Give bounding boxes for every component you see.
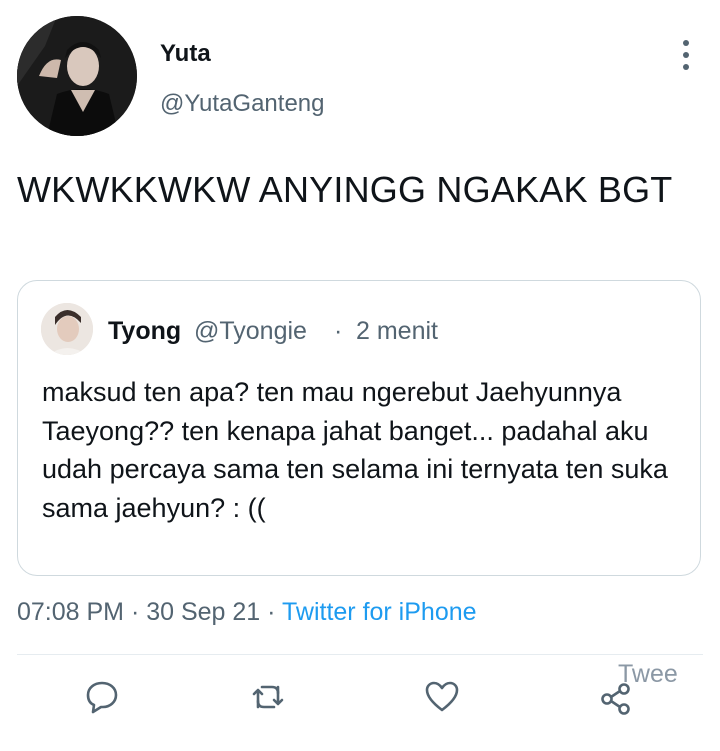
timestamp: 07:08 PM · 30 Sep 21 (17, 598, 261, 626)
display-name[interactable]: Yuta (160, 40, 211, 68)
like-button[interactable] (422, 677, 462, 717)
tweet-meta: 07:08 PM · 30 Sep 21 · Twitter for iPhon… (17, 598, 477, 627)
quoted-separator: · (334, 317, 343, 345)
avatar[interactable] (17, 16, 137, 136)
like-icon (425, 681, 459, 712)
source-link[interactable]: Twitter for iPhone (282, 598, 477, 626)
retweet-button[interactable] (248, 677, 288, 717)
reply-button[interactable] (82, 677, 122, 717)
tweet-text: WKWKKWKW ANYINGG NGAKAK BGT (17, 169, 673, 210)
reply-icon (86, 681, 118, 714)
quoted-avatar[interactable] (41, 303, 93, 355)
meta-separator: · (267, 598, 276, 626)
divider (17, 654, 703, 655)
quoted-relative-time: 2 menit (356, 317, 438, 345)
quoted-user-handle[interactable]: @Tyongie (194, 317, 307, 346)
user-handle[interactable]: @YutaGanteng (160, 90, 324, 118)
quoted-tweet-text: maksud ten apa? ten mau ngerebut Jaehyun… (42, 377, 668, 523)
quoted-display-name[interactable]: Tyong (108, 317, 181, 346)
quoted-tweet-card[interactable]: Tyong @Tyongie · 2 menit maksud ten apa?… (17, 280, 701, 576)
share-label: Twee (618, 660, 678, 688)
more-options-icon[interactable] (678, 38, 694, 72)
retweet-icon (252, 685, 284, 709)
